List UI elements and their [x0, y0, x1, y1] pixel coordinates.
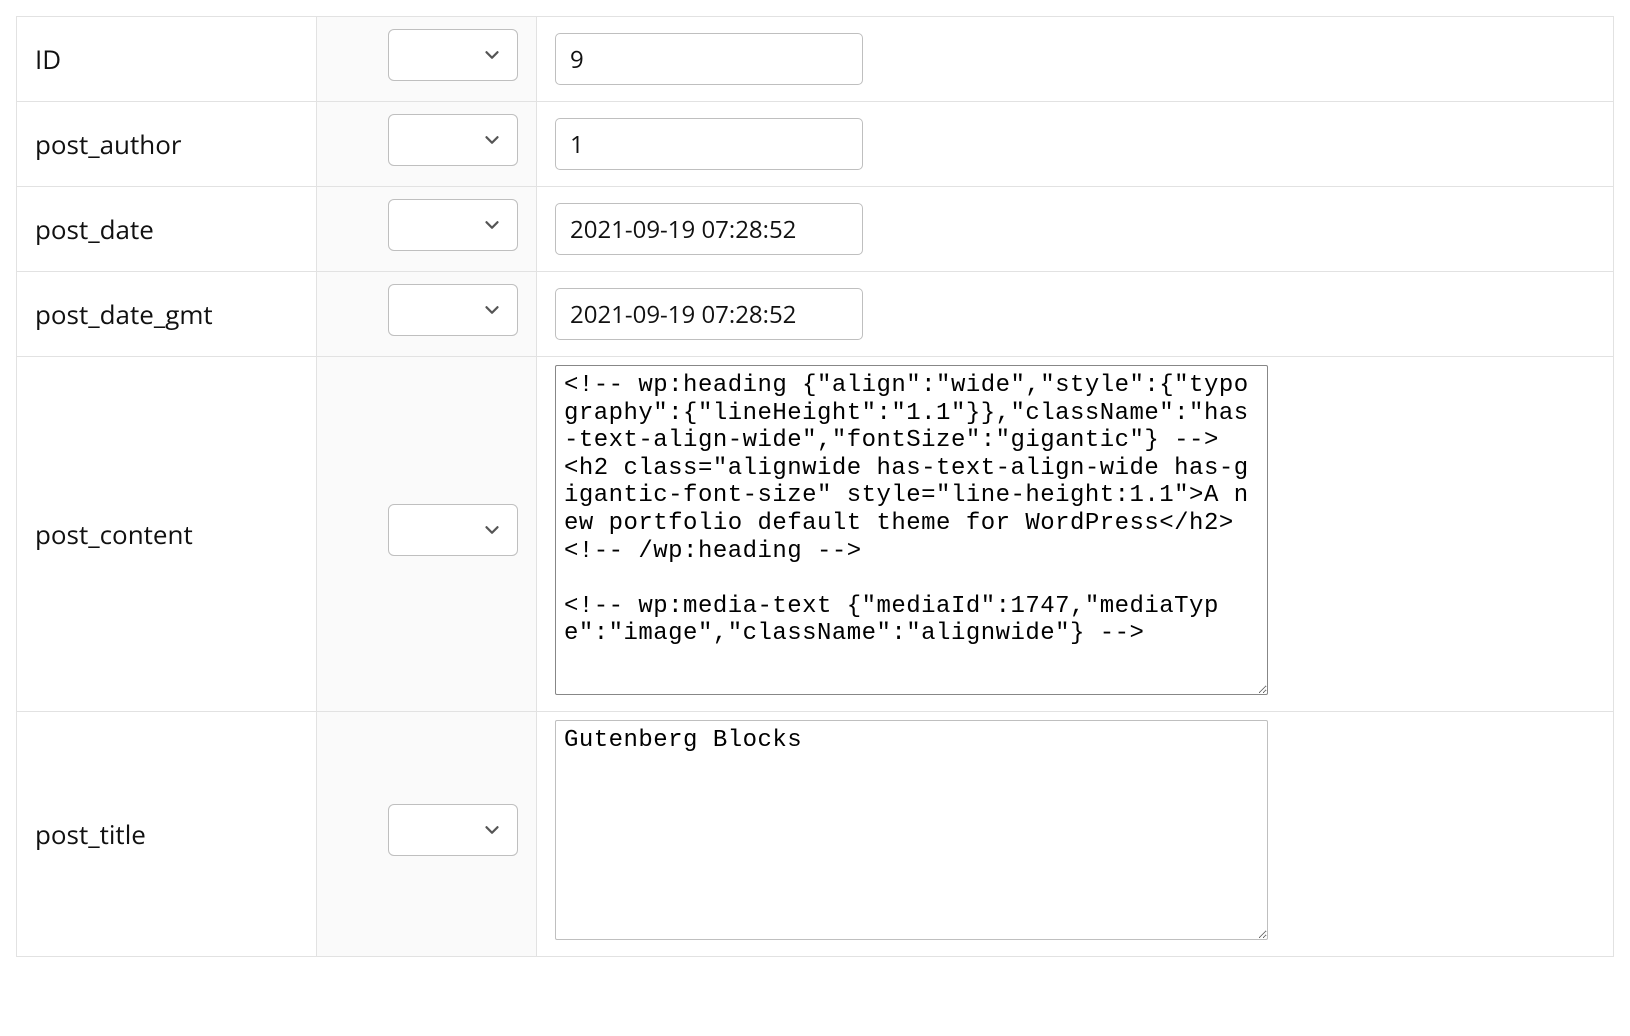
chevron-down-icon [481, 819, 503, 841]
field-label-id: ID [17, 17, 317, 102]
value-input-post-date[interactable] [555, 203, 863, 255]
row-post-date: post_date [17, 187, 1614, 272]
field-label-post-date-gmt: post_date_gmt [17, 272, 317, 357]
chevron-down-icon [481, 214, 503, 236]
function-select-post-author[interactable] [388, 114, 518, 166]
edit-row-table: ID post_author post_date [16, 16, 1614, 957]
function-select-id[interactable] [388, 29, 518, 81]
function-select-post-date-gmt[interactable] [388, 284, 518, 336]
function-select-post-date[interactable] [388, 199, 518, 251]
chevron-down-icon [481, 299, 503, 321]
row-post-title: post_title [17, 712, 1614, 957]
row-post-content: post_content [17, 357, 1614, 712]
row-post-date-gmt: post_date_gmt [17, 272, 1614, 357]
value-input-post-author[interactable] [555, 118, 863, 170]
field-label-post-date: post_date [17, 187, 317, 272]
field-label-post-title: post_title [17, 712, 317, 957]
function-select-post-title[interactable] [388, 804, 518, 856]
chevron-down-icon [481, 44, 503, 66]
field-label-post-content: post_content [17, 357, 317, 712]
value-input-id[interactable] [555, 33, 863, 85]
value-textarea-post-content[interactable] [555, 365, 1268, 695]
chevron-down-icon [481, 519, 503, 541]
function-select-post-content[interactable] [388, 504, 518, 556]
value-input-post-date-gmt[interactable] [555, 288, 863, 340]
row-id: ID [17, 17, 1614, 102]
value-textarea-post-title[interactable] [555, 720, 1268, 940]
chevron-down-icon [481, 129, 503, 151]
row-post-author: post_author [17, 102, 1614, 187]
field-label-post-author: post_author [17, 102, 317, 187]
